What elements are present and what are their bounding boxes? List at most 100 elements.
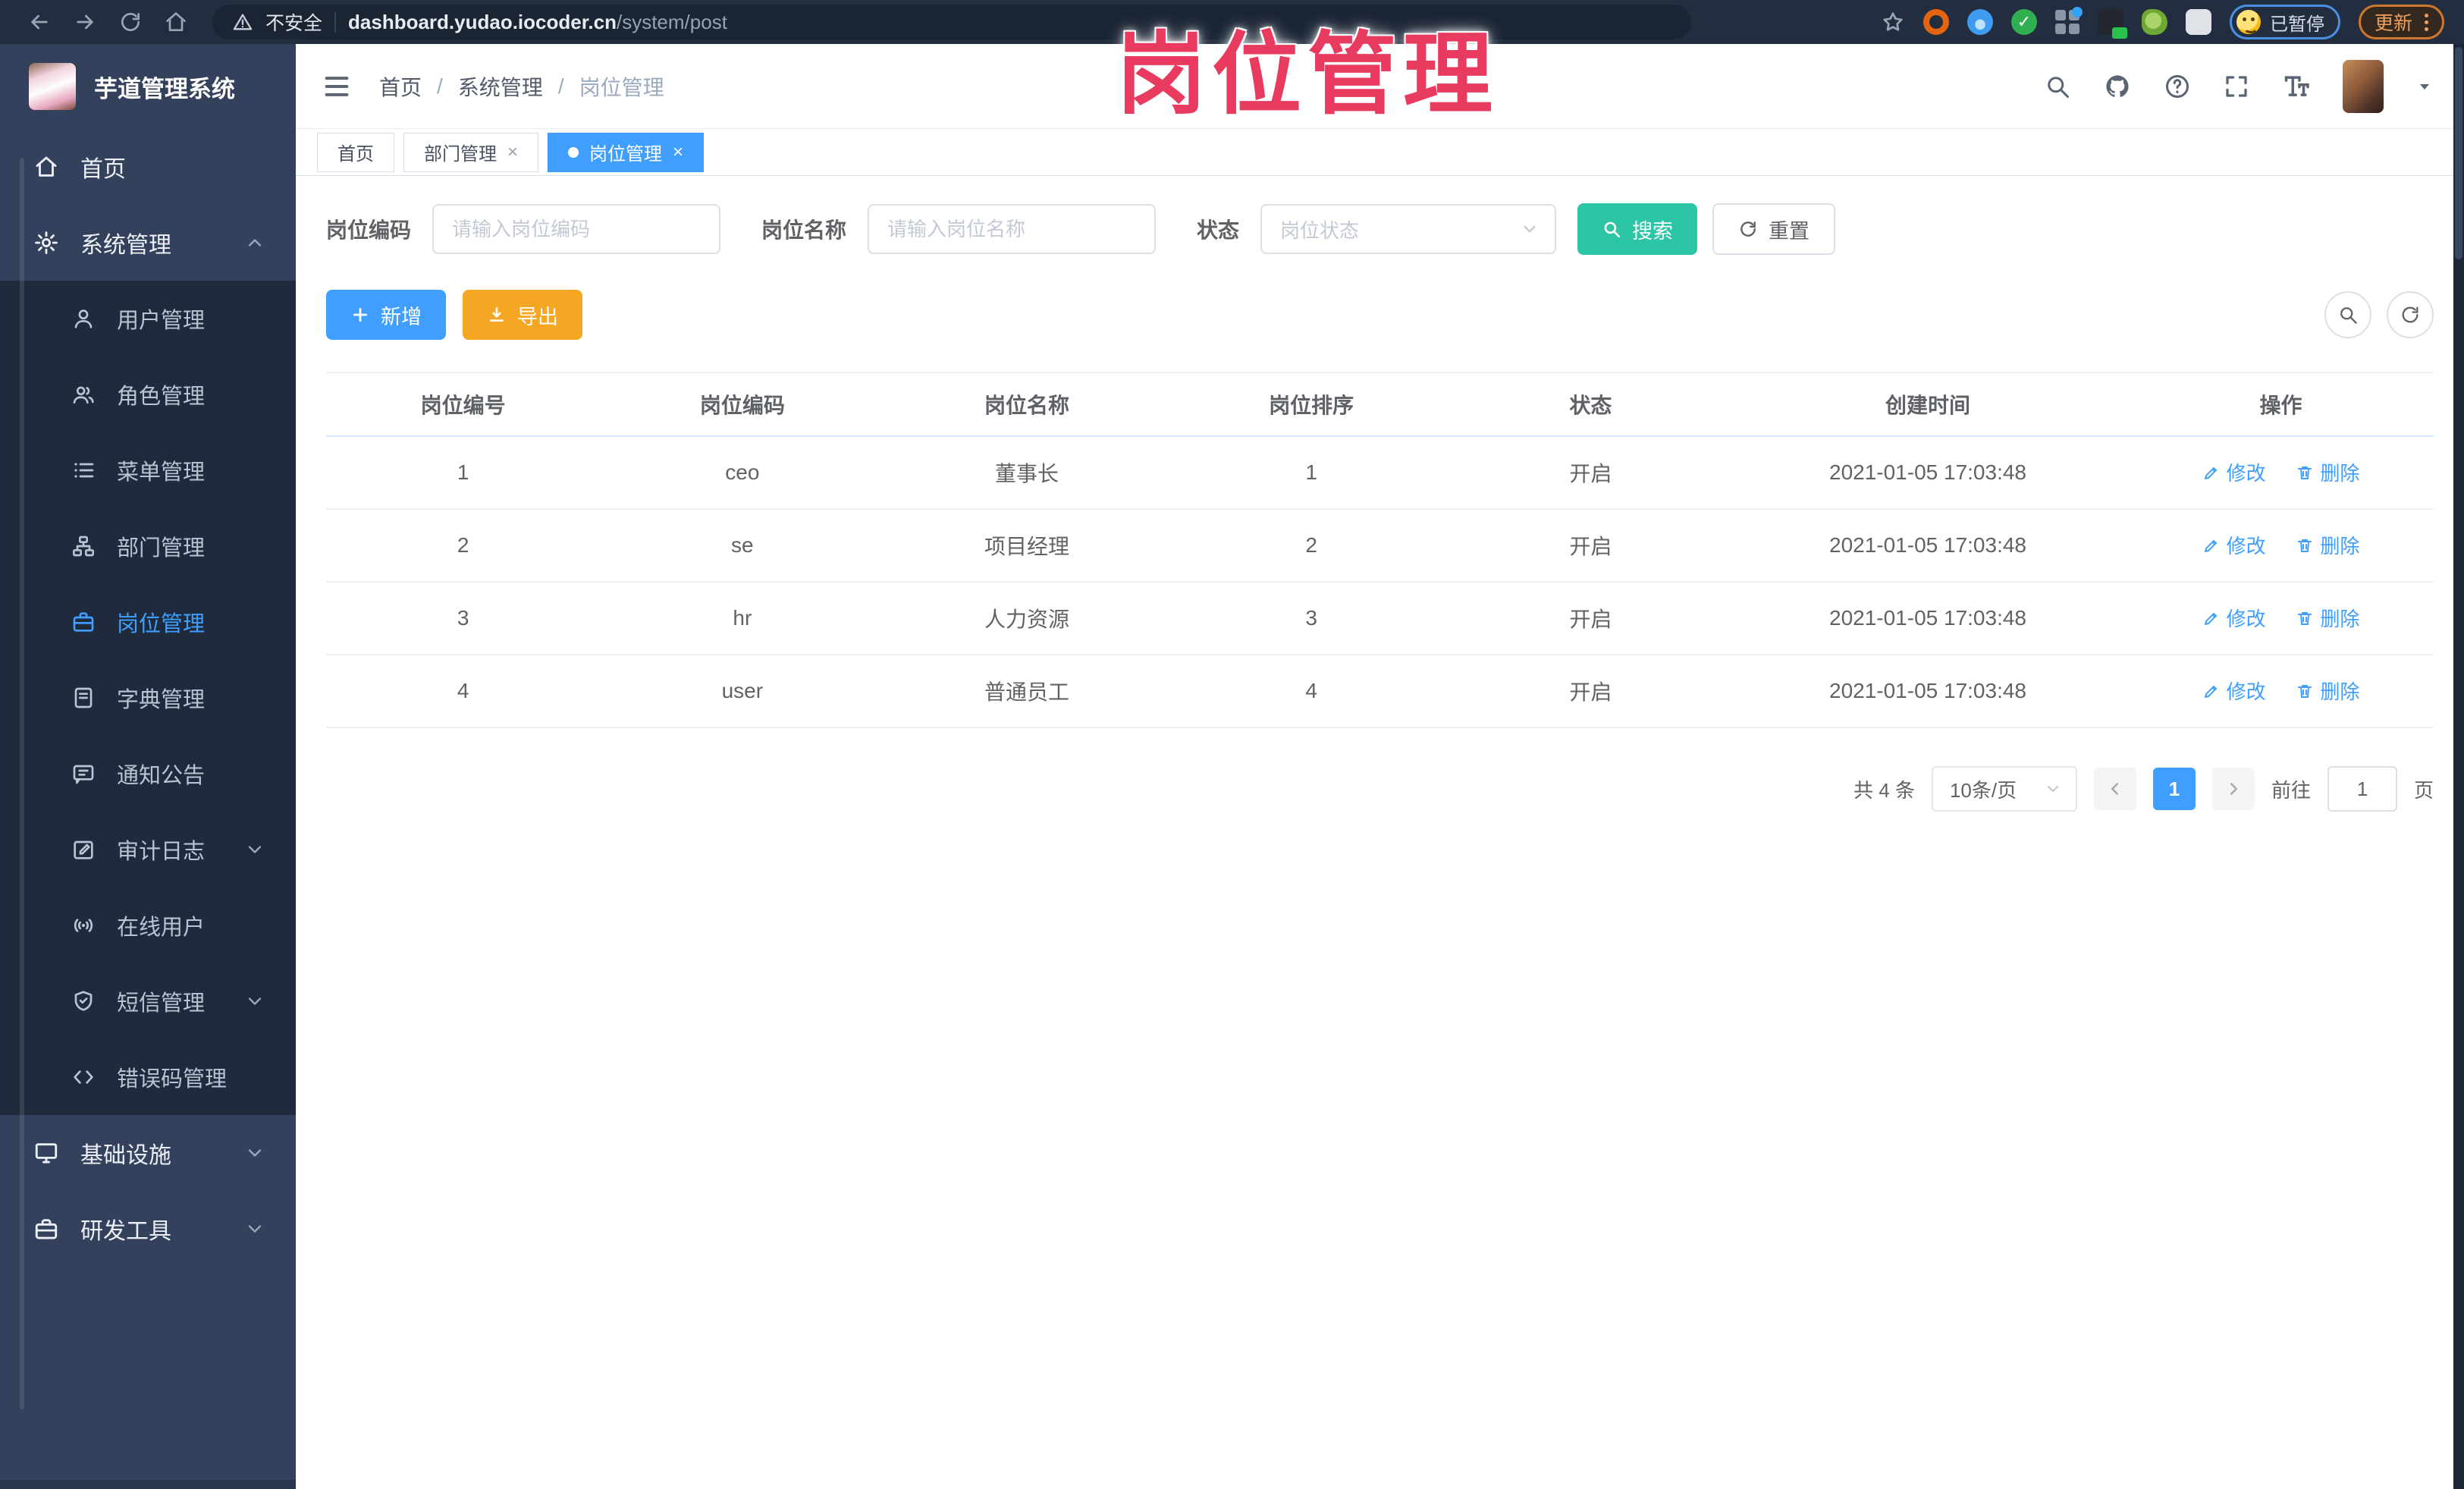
browser-profile-chip[interactable]: 已暂停 [2229, 5, 2340, 39]
edit-link[interactable]: 修改 [2202, 604, 2266, 632]
tab-close-icon[interactable]: × [673, 143, 683, 162]
user-avatar[interactable] [2343, 59, 2384, 113]
user-icon [71, 306, 96, 331]
profile-emoji-avatar [2236, 10, 2261, 34]
status-select-placeholder: 岗位状态 [1280, 218, 1360, 242]
search-icon[interactable] [2044, 73, 2071, 100]
chevron-down-icon [244, 991, 265, 1012]
cell-actions: 修改 删除 [2128, 509, 2434, 583]
help-icon[interactable] [2164, 73, 2191, 100]
page-size-select[interactable]: 10条/页 [1931, 766, 2077, 812]
edit-link[interactable]: 修改 [2202, 458, 2266, 486]
caret-down-icon[interactable] [2415, 77, 2434, 96]
breadcrumb: 首页 / 系统管理 / 岗位管理 [379, 71, 664, 102]
github-icon[interactable] [2103, 72, 2132, 101]
sidebar-scrollbar[interactable] [20, 158, 24, 1409]
next-page-button[interactable] [2211, 768, 2255, 810]
tab-close-icon[interactable]: × [507, 143, 518, 162]
app-logo[interactable]: 芋道管理系统 [0, 44, 296, 129]
cell-post-id: 1 [326, 436, 601, 510]
font-size-icon[interactable] [2282, 72, 2311, 101]
delete-link[interactable]: 删除 [2296, 531, 2359, 559]
tab-label: 部门管理 [424, 144, 497, 165]
edit-link[interactable]: 修改 [2202, 677, 2266, 705]
trash-icon [2298, 684, 2312, 698]
sidebar-item-dict-management[interactable]: 字典管理 [0, 660, 296, 736]
browser-update-button[interactable]: 更新 [2358, 5, 2444, 39]
sidebar-item-menu-management[interactable]: 菜单管理 [0, 432, 296, 508]
search-form: 岗位编码 岗位名称 状态 岗位状态 [326, 203, 2434, 255]
extension-orange-icon[interactable] [1923, 9, 1949, 35]
search-button[interactable]: 搜索 [1577, 203, 1698, 255]
extension-screenshot-icon[interactable] [2097, 9, 2127, 39]
dictionary-icon [71, 686, 96, 710]
delete-link[interactable]: 删除 [2296, 458, 2359, 486]
fullscreen-icon[interactable] [2223, 73, 2250, 100]
sidebar: 芋道管理系统 首页 系统管理 用户管理 角色管理 菜单管理 部门管理 岗位管理 … [0, 44, 296, 1489]
cell-post-name: 董事长 [884, 436, 1169, 510]
edit-link-label: 修改 [2226, 462, 2266, 485]
app-title: 芋道管理系统 [94, 75, 235, 102]
current-page-button[interactable]: 1 [2152, 768, 2196, 810]
tab-dept-management[interactable]: 部门管理 × [403, 132, 539, 172]
sidebar-item-dev-tools[interactable]: 研发工具 [0, 1191, 296, 1267]
sidebar-item-infrastructure[interactable]: 基础设施 [0, 1115, 296, 1191]
toggle-search-button[interactable] [2324, 291, 2371, 338]
post-code-input[interactable] [432, 204, 721, 254]
browser-home-button[interactable] [156, 5, 196, 39]
current-page-number: 1 [2168, 777, 2180, 800]
sidebar-item-audit-log[interactable]: 审计日志 [0, 812, 296, 887]
bookmark-star-icon[interactable] [1881, 10, 1905, 34]
breadcrumb-system[interactable]: 系统管理 [458, 71, 543, 102]
chevron-down-icon [2047, 786, 2058, 792]
post-name-input[interactable] [868, 204, 1157, 254]
sidebar-item-error-code[interactable]: 错误码管理 [0, 1039, 296, 1115]
breadcrumb-separator: / [557, 74, 564, 98]
breadcrumb-home[interactable]: 首页 [379, 71, 422, 102]
reset-button[interactable]: 重置 [1712, 203, 1836, 255]
cell-post-status: 开启 [1453, 582, 1728, 655]
extension-blue-icon[interactable] [1966, 9, 1993, 35]
refresh-table-button[interactable] [2387, 291, 2434, 338]
breadcrumb-separator: / [437, 74, 443, 98]
cell-post-name: 人力资源 [884, 582, 1169, 655]
sidebar-item-sms-management[interactable]: 短信管理 [0, 963, 296, 1039]
extension-check-icon[interactable]: ✓ [2010, 9, 2037, 35]
sidebar-collapse-button[interactable] [322, 71, 352, 102]
delete-link[interactable]: 删除 [2296, 677, 2359, 705]
window-scrollbar[interactable] [2453, 44, 2464, 1489]
sidebar-item-label: 部门管理 [117, 536, 206, 561]
hamburger-icon [325, 76, 349, 96]
sidebar-item-system[interactable]: 系统管理 [0, 205, 296, 281]
delete-link[interactable]: 删除 [2296, 604, 2359, 632]
status-select[interactable]: 岗位状态 [1260, 204, 1557, 254]
browser-back-button[interactable] [20, 5, 59, 39]
sidebar-item-post-management[interactable]: 岗位管理 [0, 584, 296, 660]
extension-sprout-icon[interactable] [2141, 9, 2167, 35]
export-button[interactable]: 导出 [463, 290, 582, 340]
sidebar-item-label: 审计日志 [117, 840, 206, 864]
sidebar-item-home[interactable]: 首页 [0, 129, 296, 205]
table-row: 1 ceo 董事长 1 开启 2021-01-05 17:03:48 修改 删除 [326, 436, 2434, 510]
sidebar-item-notice[interactable]: 通知公告 [0, 736, 296, 812]
browser-forward-button[interactable] [65, 5, 105, 39]
add-button[interactable]: 新增 [326, 290, 446, 340]
page-size-value: 10条/页 [1949, 778, 2017, 802]
browser-reload-button[interactable] [111, 5, 150, 39]
goto-page-input[interactable] [2327, 766, 2397, 812]
sidebar-item-online-users[interactable]: 在线用户 [0, 887, 296, 963]
extension-puzzle-icon[interactable] [2185, 9, 2211, 35]
cell-created-time: 2021-01-05 17:03:48 [1728, 436, 2128, 510]
browser-menu-icon[interactable] [2425, 13, 2428, 31]
sidebar-item-user-management[interactable]: 用户管理 [0, 281, 296, 357]
extension-grid-icon[interactable] [2054, 7, 2083, 34]
post-code-label: 岗位编码 [326, 218, 412, 242]
sidebar-item-role-management[interactable]: 角色管理 [0, 357, 296, 432]
tab-home[interactable]: 首页 [317, 132, 394, 172]
sidebar-item-dept-management[interactable]: 部门管理 [0, 508, 296, 584]
tab-post-management[interactable]: 岗位管理 × [548, 132, 705, 172]
cell-post-sort: 2 [1169, 509, 1454, 583]
edit-link[interactable]: 修改 [2202, 531, 2266, 559]
cell-post-sort: 3 [1169, 582, 1454, 655]
prev-page-button[interactable] [2093, 768, 2136, 810]
